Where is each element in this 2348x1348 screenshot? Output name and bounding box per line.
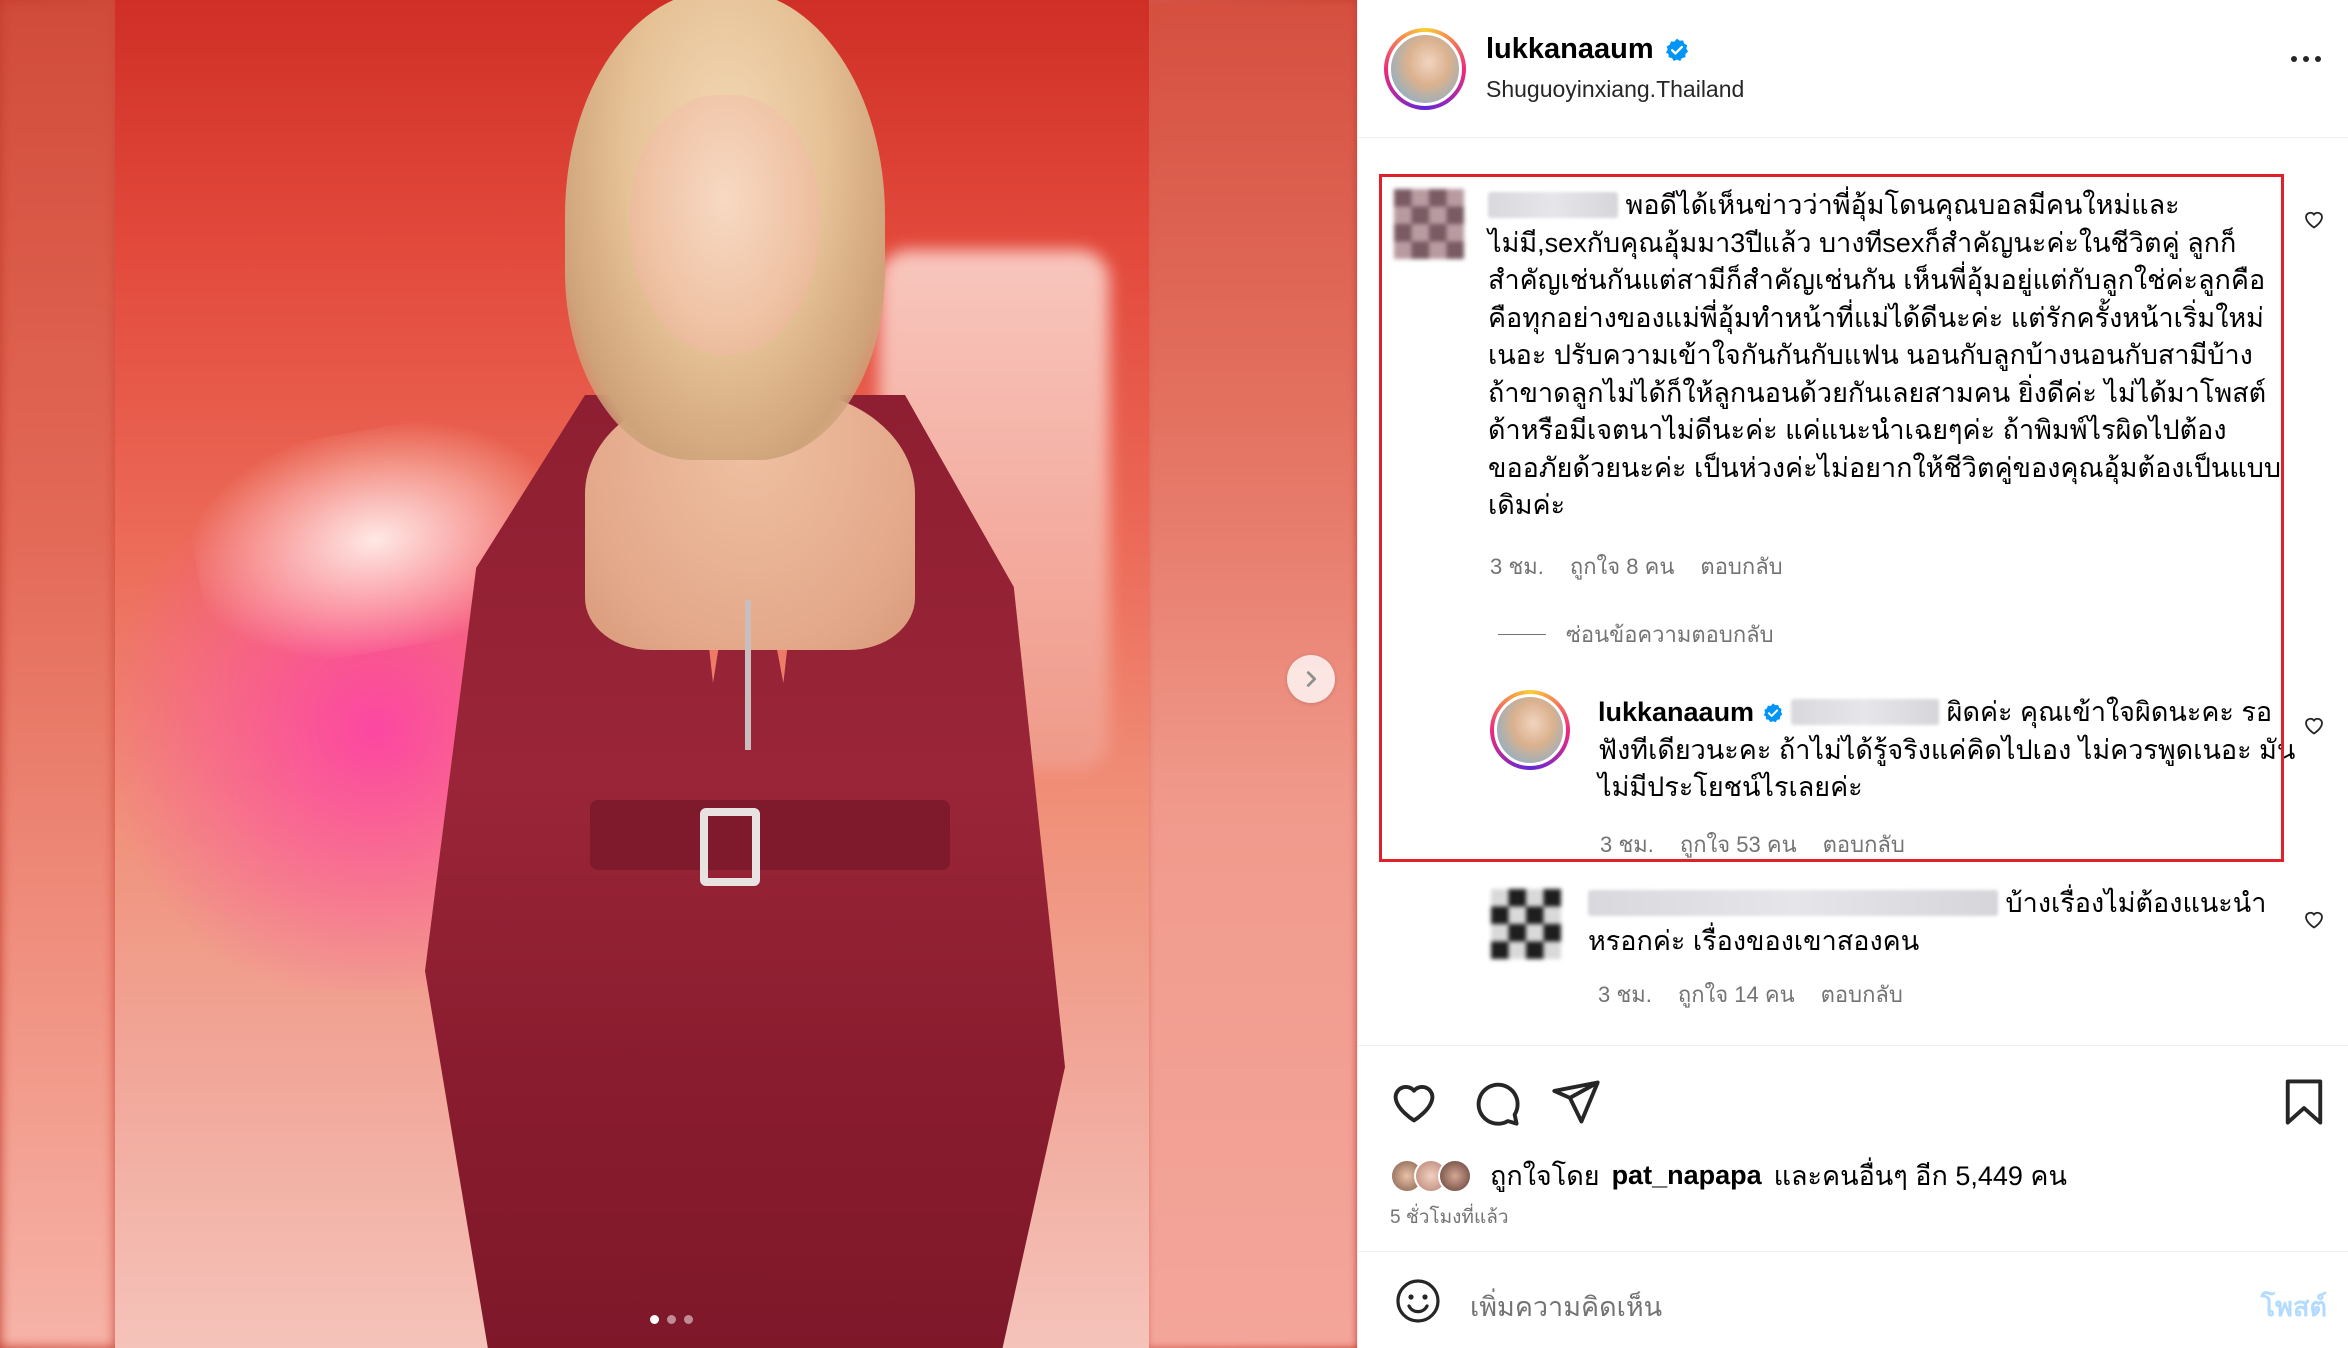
liked-by-prefix: ถูกใจโดย — [1490, 1161, 1600, 1191]
heart-icon[interactable] — [2302, 907, 2326, 931]
comment-2: บ้างเรื่องไม่ต้องแนะนำหรอกค่ะ เรื่องของเ… — [1588, 885, 2300, 960]
post-comment-button[interactable]: โพสต์ — [2261, 1285, 2327, 1328]
reply-time[interactable]: 3 ชม. — [1600, 827, 1654, 862]
blurred-username[interactable] — [1588, 890, 1998, 916]
reply-1-meta: 3 ชม. ถูกใจ 53 คน ตอบกลับ — [1600, 827, 1905, 862]
carousel-dot — [650, 1315, 659, 1324]
reply-username[interactable]: lukkanaaum — [1598, 697, 1754, 727]
comment-1-meta: 3 ชม. ถูกใจ 8 คน ตอบกลับ — [1490, 549, 1783, 584]
share-icon[interactable] — [1550, 1076, 1602, 1128]
reply-link[interactable]: ตอบกลับ — [1821, 977, 1903, 1012]
reply-link[interactable]: ตอบกลับ — [1700, 549, 1782, 584]
liked-by-user[interactable]: pat_napapa — [1612, 1160, 1762, 1191]
heart-icon[interactable] — [2302, 713, 2326, 737]
add-comment-bar: เพิ่มความคิดเห็น โพสต์ — [1358, 1253, 2348, 1348]
media-blur-left — [0, 0, 115, 1348]
comment-2-meta: 3 ชม. ถูกใจ 14 คน ตอบกลับ — [1598, 977, 1903, 1012]
reply-author-avatar[interactable] — [1490, 690, 1570, 770]
heart-icon[interactable] — [2302, 207, 2326, 231]
reply-likes[interactable]: ถูกใจ 53 คน — [1680, 827, 1797, 862]
comment-time[interactable]: 3 ชม. — [1490, 549, 1544, 584]
comment-1: พอดีได้เห็นข่าวว่าพี่อุ้มโดนคุณบอลมีคนให… — [1488, 187, 2288, 525]
comment-icon[interactable] — [1470, 1076, 1522, 1128]
carousel-next-button[interactable] — [1287, 655, 1335, 703]
post-header: lukkanaaum Shuguoyinxiang.Thailand — [1358, 0, 2348, 138]
post-side-panel: lukkanaaum Shuguoyinxiang.Thailand พอดีไ… — [1357, 0, 2348, 1348]
commenter-avatar-blurred[interactable] — [1491, 889, 1561, 959]
more-icon[interactable] — [2291, 56, 2321, 62]
carousel-dot — [667, 1315, 676, 1324]
carousel-dots — [650, 1315, 693, 1324]
carousel-dot — [684, 1315, 693, 1324]
comment-1-text: พอดีได้เห็นข่าวว่าพี่อุ้มโดนคุณบอลมีคนให… — [1488, 190, 2281, 520]
emoji-icon[interactable] — [1394, 1277, 1442, 1325]
author-username[interactable]: lukkanaaum — [1486, 33, 1654, 66]
comment-likes[interactable]: ถูกใจ 8 คน — [1570, 549, 1675, 584]
post-time-ago[interactable]: 5 ชั่วโมงที่แล้ว — [1390, 1202, 1509, 1232]
comment-input[interactable]: เพิ่มความคิดเห็น — [1470, 1285, 1662, 1328]
verified-icon — [1665, 38, 1688, 61]
photo-subject-face — [630, 95, 820, 355]
liked-by: ถูกใจโดย pat_napapa และคนอื่นๆ อีก 5,449… — [1390, 1154, 2067, 1197]
reply-link[interactable]: ตอบกลับ — [1823, 827, 1905, 862]
heart-icon[interactable] — [1388, 1076, 1440, 1128]
liked-by-suffix[interactable]: และคนอื่นๆ อีก 5,449 คน — [1774, 1154, 2067, 1197]
liker-avatars — [1390, 1158, 1472, 1193]
bookmark-icon[interactable] — [2278, 1076, 2330, 1128]
avatar[interactable] — [1438, 1158, 1472, 1193]
chevron-right-icon — [1306, 671, 1317, 687]
comments-list: พอดีได้เห็นข่าวว่าพี่อุ้มโดนคุณบอลมีคนให… — [1358, 139, 2348, 1044]
reply-1: lukkanaaum ผิดค่ะ คุณเข้าใจผิดนะคะ รอฟัง… — [1598, 694, 2298, 807]
blurred-mention[interactable] — [1791, 699, 1940, 725]
post-location[interactable]: Shuguoyinxiang.Thailand — [1486, 76, 1744, 103]
hide-replies-toggle[interactable]: ซ่อนข้อความตอบกลับ — [1498, 617, 1774, 652]
post-media — [0, 0, 1357, 1348]
hide-replies-label: ซ่อนข้อความตอบกลับ — [1566, 622, 1774, 647]
post-photo — [115, 0, 1149, 1348]
verified-icon — [1763, 703, 1782, 723]
comment-time[interactable]: 3 ชม. — [1598, 977, 1652, 1012]
comment-likes[interactable]: ถูกใจ 14 คน — [1678, 977, 1795, 1012]
commenter-avatar-blurred[interactable] — [1394, 189, 1464, 259]
post-actions: ถูกใจโดย pat_napapa และคนอื่นๆ อีก 5,449… — [1358, 1045, 2348, 1252]
author-avatar[interactable] — [1384, 28, 1466, 110]
blurred-username[interactable] — [1488, 192, 1618, 218]
